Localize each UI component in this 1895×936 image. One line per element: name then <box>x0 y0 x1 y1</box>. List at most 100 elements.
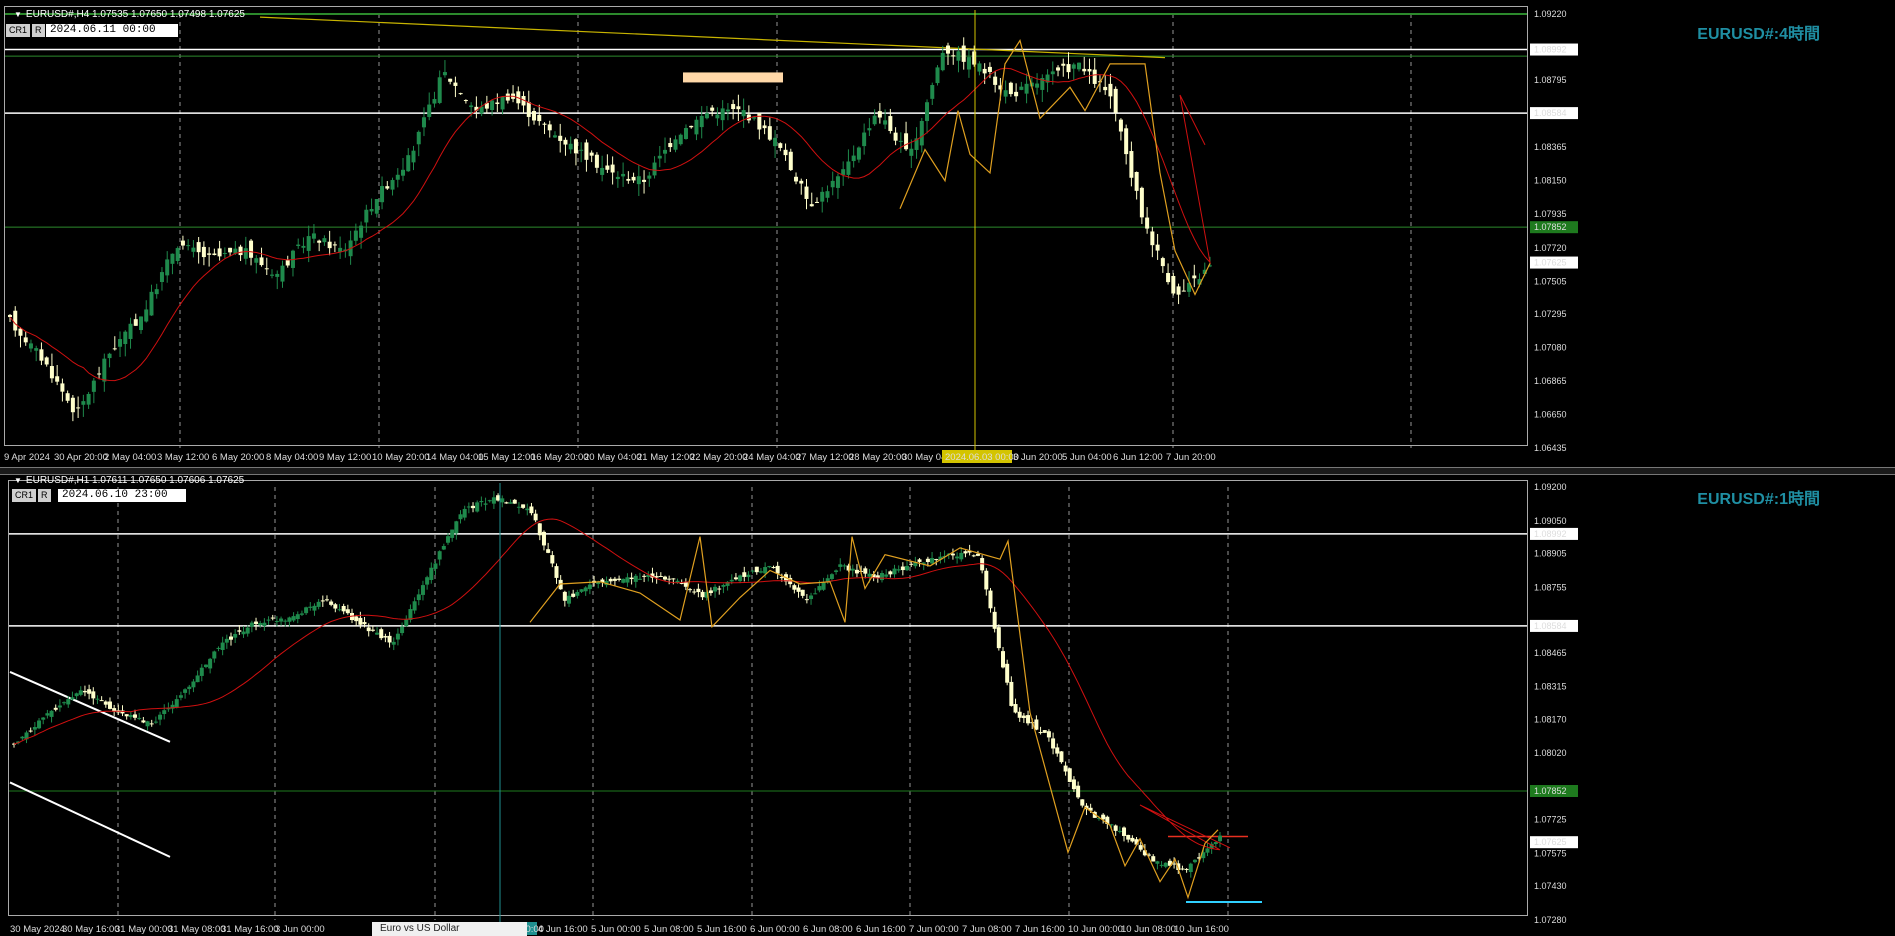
h1-chart-panel[interactable]: 1.09200 1.09050 1.08992 1.08905 1.08755 1.085… <box>0 475 1895 936</box>
bear-candle <box>228 636 233 640</box>
h4-info-text: EURUSD#,H4 1.07535 1.07650 1.07498 1.076… <box>25 9 245 20</box>
bull-candle <box>295 614 300 620</box>
h1-badge-cr1[interactable]: CR1 <box>12 489 37 502</box>
bear-candle <box>1063 765 1068 772</box>
bear-candle <box>1108 83 1113 97</box>
bear-candle <box>1001 651 1006 668</box>
bear-candle <box>863 568 868 574</box>
bull-candle <box>433 563 438 569</box>
bear-candle <box>1046 731 1051 738</box>
bear-candle <box>53 707 58 710</box>
bull-candle <box>621 578 626 583</box>
bull-candle <box>773 137 778 147</box>
x-axis-label: 5 Jun 04:00 <box>1062 452 1112 463</box>
x-axis-label: 31 May 00:00 <box>115 924 173 935</box>
bear-candle <box>532 111 537 121</box>
bear-candle <box>55 376 60 382</box>
bear-candle <box>285 260 290 266</box>
bear-candle <box>626 178 631 181</box>
bear-candle <box>708 590 713 594</box>
bull-candle <box>500 96 505 110</box>
bear-candle <box>717 588 722 590</box>
x-axis-label: 20 May 04:00 <box>584 452 642 463</box>
h1-badges[interactable]: CR1 R <box>12 489 51 502</box>
x-axis-label: 9 Apr 2024 <box>4 452 50 463</box>
y-tick-label: 1.06435 <box>1534 443 1567 453</box>
bull-candle <box>809 595 814 600</box>
bear-candle <box>546 549 551 553</box>
bear-candle <box>767 126 772 140</box>
bull-candle <box>1003 90 1008 97</box>
bull-candle <box>191 681 196 688</box>
bull-candle <box>625 577 630 583</box>
h1-badge-r[interactable]: R <box>38 489 51 502</box>
bull-candle <box>144 309 149 322</box>
bear-candle <box>563 139 568 145</box>
y-tick-label: 1.07625 <box>1534 258 1567 268</box>
bull-candle <box>1117 830 1122 832</box>
bear-candle <box>779 577 784 579</box>
bear-candle <box>1017 711 1022 718</box>
symbol-tab[interactable]: Euro vs US Dollar <box>372 922 527 936</box>
bull-candle <box>222 253 227 255</box>
x-axis-label: 27 May 12:00 <box>796 452 854 463</box>
bull-candle <box>615 176 620 180</box>
panel-divider[interactable] <box>0 467 1895 475</box>
bull-candle <box>359 225 364 238</box>
bear-candle <box>710 107 715 111</box>
bull-candle <box>445 536 450 543</box>
bull-candle <box>935 67 940 84</box>
bear-candle <box>1171 276 1176 294</box>
bull-candle <box>266 619 271 621</box>
bear-candle <box>961 45 966 62</box>
bull-candle <box>516 506 521 508</box>
bear-candle <box>975 553 980 556</box>
bull-candle <box>633 575 638 582</box>
bull-candle <box>199 667 204 676</box>
bear-candle <box>794 176 799 182</box>
bull-candle <box>1071 64 1076 69</box>
bear-candle <box>1056 67 1061 71</box>
bear-candle <box>775 565 780 574</box>
bull-candle <box>746 574 751 578</box>
bull-candle <box>62 702 67 704</box>
bear-candle <box>584 142 589 160</box>
x-axis-label: 31 May 08:00 <box>168 924 226 935</box>
bear-candle <box>207 253 212 255</box>
bull-candle <box>165 259 170 276</box>
bull-candle <box>636 176 641 185</box>
bull-candle <box>767 565 772 568</box>
bull-candle <box>835 176 840 188</box>
bull-candle <box>930 85 935 99</box>
bull-candle <box>442 72 447 76</box>
bull-candle <box>308 606 313 608</box>
bear-candle <box>1034 719 1039 730</box>
h4-badge-cr1[interactable]: CR1 <box>6 24 31 37</box>
h4-badges[interactable]: CR1 R <box>6 24 45 37</box>
bull-candle <box>191 247 196 252</box>
bull-candle <box>637 578 642 580</box>
x-axis-label: 28 May 20:00 <box>849 452 907 463</box>
bull-candle <box>416 594 421 601</box>
h4-chart-canvas[interactable]: 1.09220 1.08992 1.08795 1.08584 1.08365 1.081… <box>0 0 1895 467</box>
h4-badge-r[interactable]: R <box>32 24 45 37</box>
bull-candle <box>817 586 822 591</box>
bear-candle <box>1126 834 1131 840</box>
h1-chart-canvas[interactable]: 1.09200 1.09050 1.08992 1.08905 1.08755 1.085… <box>0 475 1895 936</box>
bull-candle <box>411 150 416 163</box>
x-axis-label: 10 Jun 08:00 <box>1121 924 1176 935</box>
bull-candle <box>296 244 301 246</box>
bear-candle <box>900 566 905 571</box>
bear-candle <box>1138 845 1143 850</box>
bear-candle <box>1150 231 1155 246</box>
bear-candle <box>617 578 622 580</box>
bull-candle <box>867 573 872 577</box>
bear-candle <box>1184 868 1189 870</box>
bear-candle <box>141 720 146 723</box>
bear-candle <box>496 495 501 501</box>
bear-candle <box>800 589 805 596</box>
bull-candle <box>401 169 406 176</box>
bear-candle <box>1155 244 1160 251</box>
bull-candle <box>404 619 409 627</box>
h4-chart-panel[interactable]: 1.09220 1.08992 1.08795 1.08584 1.08365 1.081… <box>0 0 1895 467</box>
